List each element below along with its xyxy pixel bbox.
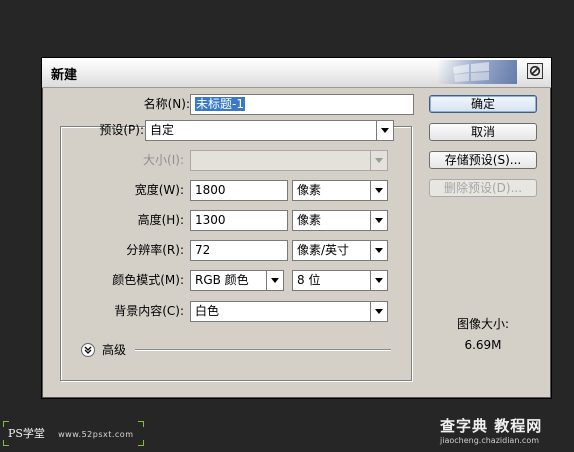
height-input-value: 1300	[195, 213, 226, 227]
chevron-down-icon	[370, 302, 387, 321]
size-select	[190, 150, 388, 171]
advanced-toggle[interactable]	[81, 343, 95, 357]
color-mode-select[interactable]: RGB 颜色	[190, 270, 284, 291]
dialog-title: 新建	[51, 68, 78, 83]
close-icon	[529, 65, 541, 77]
advanced-label[interactable]: 高级	[102, 340, 126, 360]
watermark-corner	[3, 421, 9, 427]
watermark-right-brand: 查字典 教程网	[440, 417, 543, 435]
watermark-corner	[138, 440, 144, 446]
double-chevron-down-icon	[84, 346, 92, 354]
watermark-corner	[138, 421, 144, 427]
resolution-unit-value: 像素/英寸	[297, 243, 350, 257]
name-input[interactable]: 未标题-1	[190, 94, 414, 115]
watermark-left: PS学堂 www.52psxt.com	[8, 425, 134, 441]
cancel-button[interactable]: 取消	[429, 123, 537, 141]
width-unit-select[interactable]: 像素	[292, 180, 388, 201]
height-input[interactable]: 1300	[190, 210, 288, 231]
save-preset-button[interactable]: 存储预设(S)...	[429, 151, 537, 169]
resolution-input-value: 72	[195, 243, 211, 257]
background-select[interactable]: 白色	[190, 301, 388, 322]
watermark-right: 查字典 教程网 jiaocheng.chazidian.com	[440, 415, 542, 445]
size-label: 大小(I):	[143, 153, 184, 167]
dialog-titlebar[interactable]: 新建	[42, 58, 551, 88]
bit-depth-select[interactable]: 8 位	[292, 270, 388, 291]
chevron-down-icon	[370, 241, 387, 260]
delete-preset-button: 删除预设(D)...	[429, 179, 537, 197]
color-mode-value: RGB 颜色	[195, 273, 249, 287]
name-input-value: 未标题-1	[195, 97, 245, 111]
image-size-label: 图像大小:	[456, 317, 510, 331]
width-label: 宽度(W):	[134, 183, 184, 197]
advanced-divider	[135, 349, 391, 351]
watermark-right-domain: jiaocheng.chazidian.com	[440, 436, 540, 445]
chevron-down-icon	[370, 151, 387, 170]
resolution-label: 分辨率(R):	[126, 243, 184, 257]
color-mode-label: 颜色模式(M):	[112, 273, 184, 287]
chevron-down-icon	[376, 121, 393, 140]
height-label: 高度(H):	[137, 213, 184, 227]
name-label: 名称(N):	[143, 97, 190, 111]
preset-label: 预设(P):	[99, 123, 144, 137]
resolution-input[interactable]: 72	[190, 240, 288, 261]
width-input-value: 1800	[195, 183, 226, 197]
height-unit-value: 像素	[297, 213, 322, 227]
new-document-dialog: 新建 名称(N): 未标题-1 预设(P): 自定 大小(I): 宽度(W):	[41, 57, 552, 399]
preset-select[interactable]: 自定	[145, 120, 394, 141]
ok-button[interactable]: 确定	[429, 95, 537, 113]
chevron-down-icon	[266, 271, 283, 290]
watermark-left-url: www.52psxt.com	[58, 430, 134, 439]
watermark-corner	[3, 440, 9, 446]
background-label: 背景内容(C):	[114, 304, 184, 318]
chevron-down-icon	[370, 211, 387, 230]
width-unit-value: 像素	[297, 183, 322, 197]
bit-depth-value: 8 位	[297, 273, 321, 287]
background-value: 白色	[195, 304, 220, 318]
windows-logo-icon	[453, 62, 489, 82]
chevron-down-icon	[370, 271, 387, 290]
width-input[interactable]: 1800	[190, 180, 288, 201]
image-size-value: 6.69M	[464, 338, 502, 352]
close-button[interactable]	[527, 63, 543, 79]
watermark-left-brand: PS学堂	[8, 427, 45, 440]
resolution-unit-select[interactable]: 像素/英寸	[292, 240, 388, 261]
height-unit-select[interactable]: 像素	[292, 210, 388, 231]
preset-select-value: 自定	[150, 123, 175, 137]
chevron-down-icon	[370, 181, 387, 200]
